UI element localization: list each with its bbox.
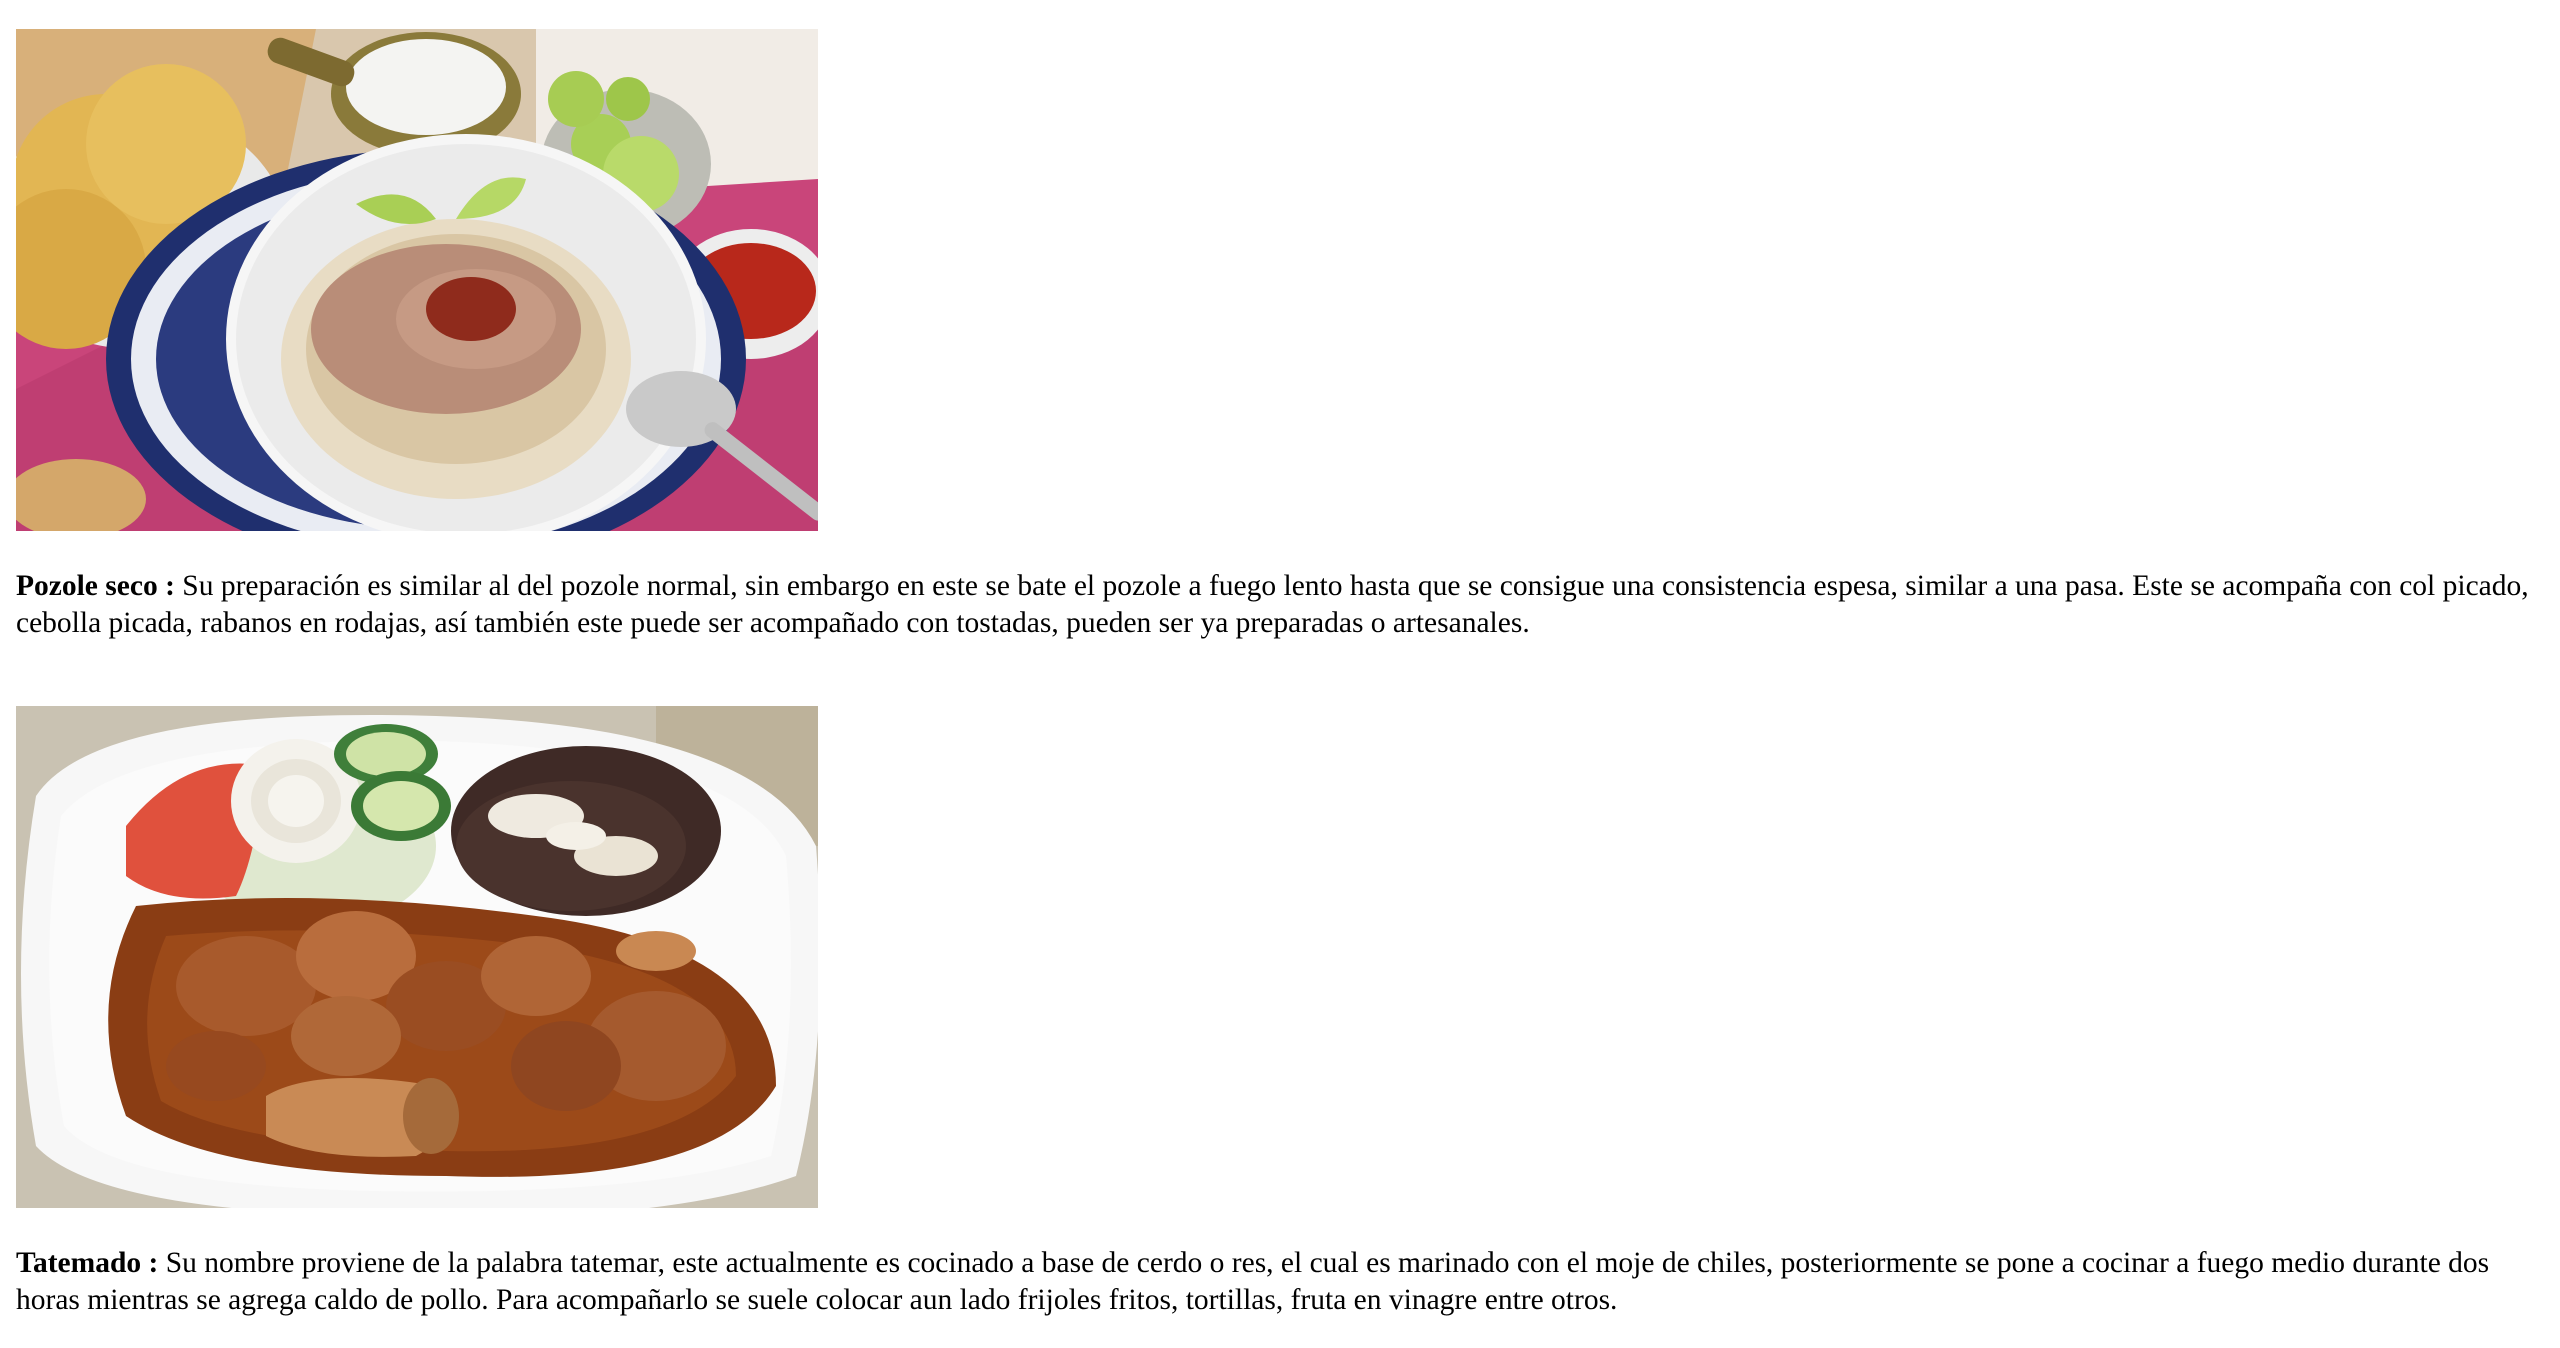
pozole-seco-photo bbox=[16, 29, 818, 531]
dish-text: Su preparación es similar al del pozole … bbox=[16, 570, 2529, 639]
pozole-seco-description: Pozole seco : Su preparación es similar … bbox=[16, 568, 2546, 642]
article-body: Pozole seco : Su preparación es similar … bbox=[16, 29, 2546, 1319]
dish-title: Pozole seco : bbox=[16, 570, 175, 602]
dish-pozole-seco: Pozole seco : Su preparación es similar … bbox=[16, 29, 2546, 642]
dish-text: Su nombre proviene de la palabra tatemar… bbox=[16, 1247, 2490, 1316]
tatemado-description: Tatemado : Su nombre proviene de la pala… bbox=[16, 1245, 2546, 1319]
dish-tatemado: Tatemado : Su nombre proviene de la pala… bbox=[16, 706, 2546, 1319]
tatemado-photo bbox=[16, 706, 818, 1208]
dish-title: Tatemado : bbox=[16, 1247, 159, 1279]
